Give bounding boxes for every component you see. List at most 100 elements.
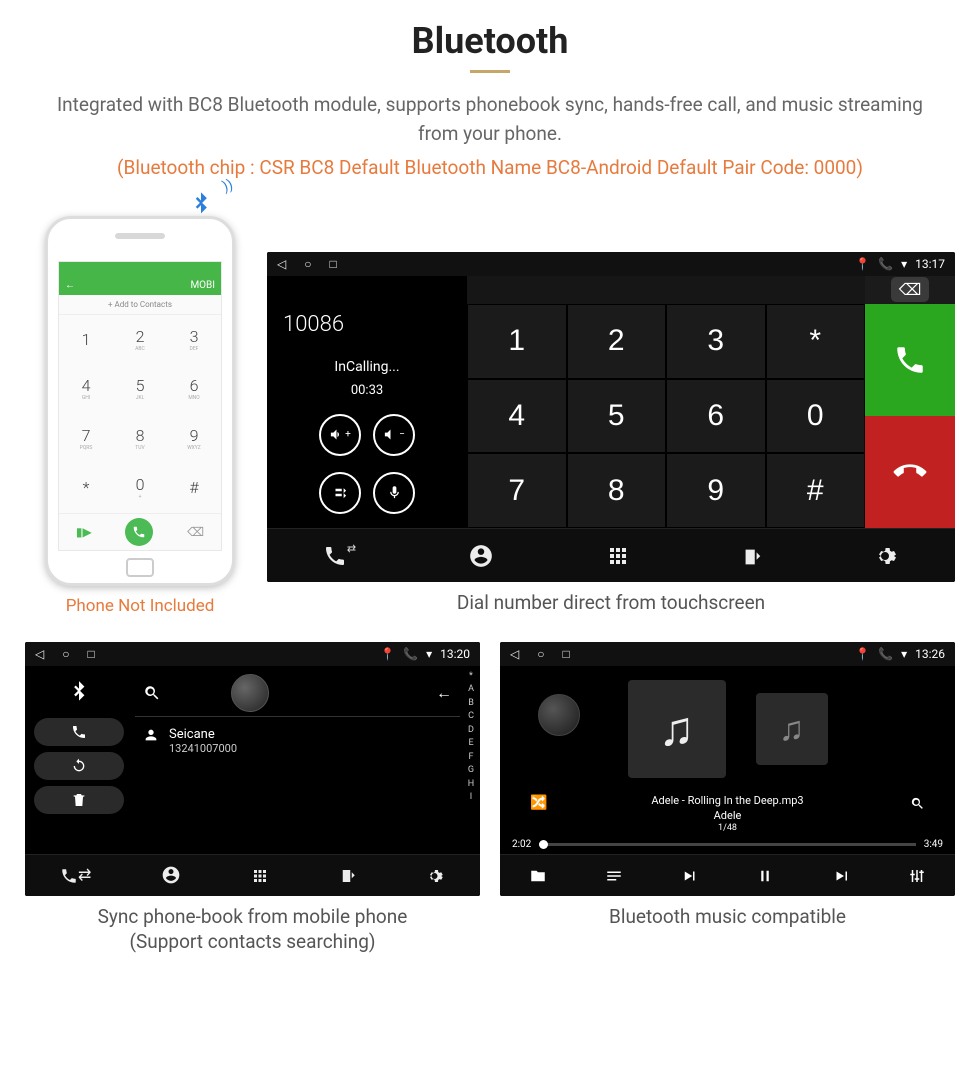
phone-key[interactable]: 0+	[113, 463, 167, 513]
progress-bar[interactable]: 2:02 3:49	[500, 837, 955, 854]
album-art-main: ♫	[628, 680, 726, 778]
contact-name: Seicane	[169, 727, 237, 742]
dial-key[interactable]: 8	[567, 453, 667, 528]
equalizer-icon[interactable]	[908, 865, 926, 885]
next-icon[interactable]	[832, 865, 850, 885]
dialed-number: 10086	[279, 286, 455, 343]
dial-key[interactable]: 4	[467, 379, 567, 454]
search-icon[interactable]	[143, 683, 161, 703]
phone-key[interactable]: 1	[59, 315, 113, 365]
phone-call-button[interactable]	[125, 518, 153, 546]
back-icon[interactable]: ◁	[510, 647, 519, 661]
transfer-button[interactable]	[319, 472, 361, 514]
phone-key[interactable]: 4GHI	[59, 364, 113, 414]
dial-key[interactable]: 6	[666, 379, 766, 454]
spec-text: (Bluetooth chip : CSR BC8 Default Blueto…	[25, 154, 955, 183]
phone-key[interactable]: 2ABC	[113, 315, 167, 365]
phone-status-icon: 📞	[403, 647, 418, 661]
nav-calls-icon[interactable]: ⇄	[323, 543, 356, 569]
dial-key[interactable]: 5	[567, 379, 667, 454]
description: Integrated with BC8 Bluetooth module, su…	[25, 91, 955, 148]
music-unit: ◁○□ 📍📞▾13:26 ♫ ♫ 🔀 Adele - Rolling In th…	[500, 642, 955, 896]
clock: 13:17	[915, 257, 945, 271]
pause-icon[interactable]	[756, 865, 774, 885]
nav-dialpad-icon[interactable]	[606, 543, 630, 569]
volume-down-button[interactable]: −	[373, 414, 415, 456]
dial-key[interactable]: 3	[666, 304, 766, 379]
prev-icon[interactable]	[681, 865, 699, 885]
phone-status-icon: 📞	[878, 647, 893, 661]
phone-key[interactable]: 8TUV	[113, 414, 167, 464]
statusbar: ◁ ○ □ 📍 📞 ▾ 13:17	[267, 252, 955, 276]
bluetooth-icon	[187, 186, 215, 219]
assistant-orb[interactable]	[231, 674, 269, 712]
volume-up-button[interactable]: +	[319, 414, 361, 456]
dialer-caption: Dial number direct from touchscreen	[267, 590, 955, 616]
phonebook-unit: ◁○□ 📍📞▾13:20 ←	[25, 642, 480, 896]
folder-icon[interactable]	[529, 865, 547, 885]
time-end: 3:49	[924, 839, 943, 850]
back-icon[interactable]: ◁	[277, 257, 286, 271]
album-art-next: ♫	[756, 693, 828, 765]
dial-key[interactable]: 2	[567, 304, 667, 379]
phone-statusbar	[59, 262, 221, 276]
pb-refresh-button[interactable]	[34, 752, 124, 780]
track-title: Adele - Rolling In the Deep.mp3	[500, 794, 955, 808]
phone-key[interactable]: 5JKL	[113, 364, 167, 414]
mic-button[interactable]	[373, 472, 415, 514]
statusbar: ◁○□ 📍📞▾13:20	[25, 642, 480, 666]
nav-contacts-icon[interactable]	[161, 865, 181, 886]
dial-key[interactable]: 9	[666, 453, 766, 528]
phone-key[interactable]: 9WXYZ	[167, 414, 221, 464]
phone-caption: Phone Not Included	[25, 596, 255, 616]
location-icon: 📍	[380, 647, 395, 661]
phone-key[interactable]: 3DEF	[167, 315, 221, 365]
playlist-icon[interactable]	[605, 865, 623, 885]
home-icon[interactable]: ○	[62, 647, 69, 661]
nav-dialpad-icon[interactable]	[251, 865, 269, 885]
nav-settings-icon[interactable]	[875, 543, 899, 569]
shuffle-icon[interactable]: 🔀	[530, 794, 547, 812]
time-current: 2:02	[512, 839, 531, 850]
location-icon: 📍	[855, 647, 870, 661]
nav-sync-icon[interactable]	[339, 865, 357, 885]
statusbar: ◁○□ 📍📞▾13:26	[500, 642, 955, 666]
nav-sync-icon[interactable]	[741, 543, 763, 568]
page-title: Bluetooth	[25, 20, 955, 62]
home-icon[interactable]: ○	[537, 647, 544, 661]
back-icon[interactable]: ◁	[35, 647, 44, 661]
bottom-nav: ⇄	[267, 528, 955, 582]
nav-settings-icon[interactable]	[427, 865, 445, 885]
recent-icon[interactable]: □	[329, 257, 336, 271]
phone-key[interactable]: 7PQRS	[59, 414, 113, 464]
contact-number: 13241007000	[169, 742, 237, 755]
home-icon[interactable]: ○	[304, 257, 311, 271]
video-icon: ▮▶	[76, 525, 92, 539]
assistant-orb[interactable]	[538, 694, 580, 736]
pb-call-button[interactable]	[34, 718, 124, 746]
phone-key[interactable]: *	[59, 463, 113, 513]
call-button[interactable]	[865, 304, 955, 416]
dial-key[interactable]: 7	[467, 453, 567, 528]
nav-calls-icon[interactable]: ⇄	[60, 865, 91, 885]
phone-key[interactable]: 6MNO	[167, 364, 221, 414]
backspace-icon: ⌫	[187, 525, 204, 539]
contact-row[interactable]: Seicane13241007000	[135, 717, 460, 765]
backspace-button[interactable]: ⌫	[865, 276, 955, 304]
phone-bottom-bar: ▮▶ ⌫	[59, 513, 221, 550]
pb-delete-button[interactable]	[34, 786, 124, 814]
search-icon[interactable]	[910, 794, 925, 812]
nav-contacts-icon[interactable]	[468, 542, 494, 569]
phone-status-icon: 📞	[878, 257, 893, 271]
alpha-index[interactable]: *ABCDEFGHI	[462, 666, 480, 854]
wifi-icon: ▾	[426, 647, 432, 661]
back-arrow-icon[interactable]: ←	[436, 683, 452, 703]
hangup-button[interactable]	[865, 416, 955, 528]
dial-key[interactable]: #	[766, 453, 866, 528]
dial-key[interactable]: 1	[467, 304, 567, 379]
dial-key[interactable]: 0	[766, 379, 866, 454]
dial-key[interactable]: *	[766, 304, 866, 379]
phone-key[interactable]: #	[167, 463, 221, 513]
recent-icon[interactable]: □	[87, 647, 94, 661]
recent-icon[interactable]: □	[562, 647, 569, 661]
